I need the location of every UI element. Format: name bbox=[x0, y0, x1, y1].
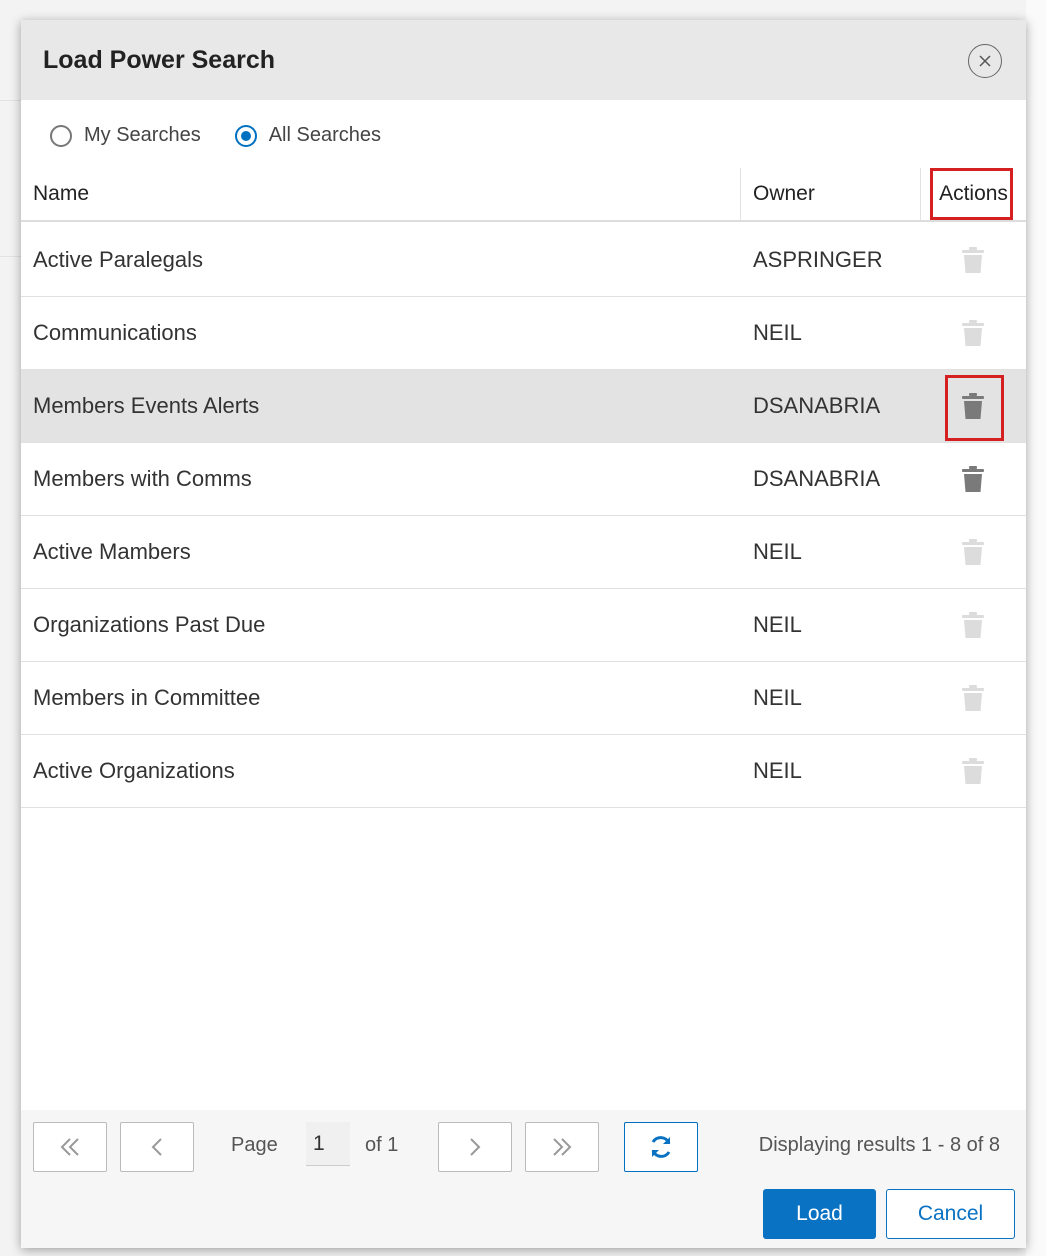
search-name-cell: Active Paralegals bbox=[33, 247, 203, 272]
trash-icon bbox=[961, 538, 985, 566]
radio-all-searches-label: All Searches bbox=[268, 124, 381, 146]
trash-icon bbox=[961, 319, 985, 347]
double-chevron-right-icon bbox=[553, 1138, 572, 1156]
trash-icon bbox=[961, 611, 985, 639]
table-row[interactable]: Active Paralegals ASPRINGER bbox=[21, 224, 1026, 297]
column-header-owner[interactable]: Owner bbox=[740, 168, 920, 220]
radio-my-searches-circle[interactable] bbox=[50, 124, 72, 147]
trash-icon bbox=[961, 757, 985, 785]
table-row[interactable]: Members in Committee NEIL bbox=[21, 662, 1026, 735]
table-row[interactable]: Members Events Alerts DSANABRIA bbox=[21, 370, 1026, 443]
grid-header: Name Owner Actions bbox=[21, 168, 1026, 222]
search-name-cell: Communications bbox=[33, 320, 197, 345]
search-owner-cell: DSANABRIA bbox=[753, 393, 881, 418]
page-count-label: of 1 bbox=[365, 1134, 399, 1156]
table-row[interactable]: Members with Comms DSANABRIA bbox=[21, 443, 1026, 516]
cancel-button[interactable]: Cancel bbox=[886, 1189, 1015, 1239]
radio-all-searches[interactable]: All Searches bbox=[234, 124, 381, 147]
search-owner-cell: NEIL bbox=[753, 758, 802, 783]
dialog-title: Load Power Search bbox=[43, 46, 276, 74]
search-name-cell: Active Mambers bbox=[33, 539, 191, 564]
trash-icon[interactable] bbox=[961, 465, 985, 493]
search-name-cell: Members in Committee bbox=[33, 685, 261, 710]
search-owner-cell: DSANABRIA bbox=[753, 466, 881, 491]
page-label: Page bbox=[231, 1134, 278, 1156]
search-name-cell: Active Organizations bbox=[33, 758, 235, 783]
column-header-name[interactable]: Name bbox=[33, 168, 89, 220]
table-row[interactable]: Communications NEIL bbox=[21, 297, 1026, 370]
search-owner-cell: ASPRINGER bbox=[753, 247, 883, 272]
search-owner-cell: NEIL bbox=[753, 320, 802, 345]
search-scope-radio-group: My Searches All Searches bbox=[50, 124, 415, 147]
results-summary: Displaying results 1 - 8 of 8 bbox=[758, 1134, 1000, 1156]
refresh-button[interactable] bbox=[624, 1122, 698, 1172]
table-row[interactable]: Organizations Past Due NEIL bbox=[21, 589, 1026, 662]
load-button[interactable]: Load bbox=[763, 1189, 876, 1239]
column-header-actions: Actions bbox=[920, 168, 1026, 220]
trash-icon bbox=[961, 684, 985, 712]
double-chevron-left-icon bbox=[60, 1138, 79, 1156]
trash-icon bbox=[961, 246, 985, 274]
search-owner-cell: NEIL bbox=[753, 612, 802, 637]
chevron-right-icon bbox=[470, 1138, 481, 1156]
page-number-input[interactable] bbox=[306, 1122, 350, 1166]
refresh-icon bbox=[651, 1136, 671, 1158]
search-list: Active Paralegals ASPRINGER Communications… bbox=[21, 224, 1026, 808]
radio-all-searches-circle[interactable] bbox=[234, 124, 257, 147]
prev-page-button[interactable] bbox=[120, 1122, 194, 1172]
dialog-footer: Page of 1 Displaying results 1 - 8 of 8 … bbox=[21, 1110, 1026, 1248]
load-power-search-dialog: Load Power Search My Searches All Search… bbox=[21, 20, 1026, 1248]
table-row[interactable]: Active Mambers NEIL bbox=[21, 516, 1026, 589]
chevron-left-icon bbox=[151, 1138, 162, 1156]
close-button[interactable] bbox=[968, 44, 1002, 78]
search-name-cell: Organizations Past Due bbox=[33, 612, 266, 637]
radio-my-searches-label: My Searches bbox=[84, 124, 201, 146]
search-name-cell: Members with Comms bbox=[33, 466, 252, 491]
search-owner-cell: NEIL bbox=[753, 685, 802, 710]
next-page-button[interactable] bbox=[438, 1122, 512, 1172]
trash-icon[interactable] bbox=[961, 392, 985, 420]
dialog-header: Load Power Search bbox=[21, 20, 1026, 100]
first-page-button[interactable] bbox=[33, 1122, 107, 1172]
search-owner-cell: NEIL bbox=[753, 539, 802, 564]
close-icon bbox=[979, 55, 991, 67]
search-name-cell: Members Events Alerts bbox=[33, 393, 260, 418]
last-page-button[interactable] bbox=[525, 1122, 599, 1172]
radio-my-searches[interactable]: My Searches bbox=[50, 124, 201, 147]
table-row[interactable]: Active Organizations NEIL bbox=[21, 735, 1026, 808]
